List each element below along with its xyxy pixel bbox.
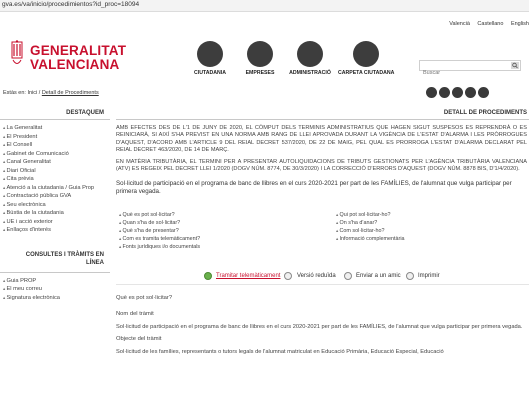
page-title: DETALL DE PROCEDIMENTS [443,110,527,116]
question-link[interactable]: Com es tramita telemàticament? [119,235,201,243]
question-link[interactable]: Informació complementària [336,235,405,243]
portal-label: EMPRESES [245,70,275,76]
sidebar-list: Guia PROP El meu correu Signatura electr… [0,273,110,303]
print-icon [406,271,414,280]
field-text: Sol·licitud de participació en el progra… [116,323,523,330]
covid-notice: AMB EFECTES DES DE L'1 DE JUNY DE 2020, … [116,125,527,153]
question-link[interactable]: Fonts jurídiques i/o documentals [119,243,201,251]
sidebar-item[interactable]: La Generalitat [3,124,110,133]
field-text: Sol·licitud de les famílies, representan… [116,349,444,356]
main-content: DETALL DE PROCEDIMENTS AMB EFECTES DES D… [116,104,529,357]
sidebar: DESTAQUEM La Generalitat El President El… [0,104,110,302]
online-processing-icon [204,271,212,280]
sidebar-item[interactable]: Seu electrònica [3,201,110,210]
reduced-version-icon [284,271,292,280]
url-text: gva.es/va/inicio/procedimientos?id_proc=… [2,1,140,8]
sidebar-item[interactable]: Guia PROP [3,277,110,286]
portal-administracio[interactable]: ADMINISTRACIÓ [282,41,338,76]
lang-valencia[interactable]: Valencià [449,21,470,27]
generalitat-logo[interactable]: GENERALITAT VALENCIANA [10,38,130,76]
sidebar-section-title: DESTAQUEM [66,110,104,116]
send-friend-icon [344,271,352,280]
sidebar-section-title-line2: LÍNEA [86,259,104,266]
search-box [419,60,521,78]
search-input[interactable] [420,68,508,78]
action-bar: Tramitar telemàticament Versió reduïda E… [116,271,529,285]
question-link[interactable]: Qui pot sol·licitar-ho? [336,211,405,219]
administration-icon [297,41,323,67]
portal-carpeta-ciutadana[interactable]: CARPETA CIUTADANA [338,41,394,76]
lang-castellano[interactable]: Castellano [477,21,503,27]
citizen-icon [197,41,223,67]
vimeo-icon[interactable] [439,87,450,98]
tax-notice: EN MATÈRIA TRIBUTÀRIA, EL TERMINI PER A … [116,159,527,173]
portal-label: CIUTADANIA [194,70,226,76]
question-link[interactable]: Quan s'ha de sol·licitar? [119,219,200,227]
online-processing-link[interactable]: Tramitar telemàticament [216,273,280,279]
portal-label: CARPETA CIUTADANA [338,70,395,76]
search-icon[interactable] [511,62,519,69]
field-label: Nom del tràmit [116,310,154,317]
sidebar-item[interactable]: Atenció a la ciutadania / Guia Prop [3,184,110,193]
sidebar-list: La Generalitat El President El Consell G… [0,120,110,235]
portal-empreses[interactable]: EMPRESES [232,41,288,76]
social-icons [426,85,491,98]
question-list-left: Què es pot sol·licitar? Quan s'ha de sol… [119,211,201,251]
sidebar-item[interactable]: El President [3,133,110,142]
breadcrumb-prefix: Estàs en: Inici / [3,90,41,96]
sidebar-item[interactable]: Bústia de la ciutadania [3,209,110,218]
companies-icon [247,41,273,67]
address-bar[interactable]: gva.es/va/inicio/procedimientos?id_proc=… [0,0,529,12]
sidebar-item[interactable]: El meu correu [3,285,110,294]
send-friend-link[interactable]: Enviar a un amic [356,273,401,279]
sidebar-item[interactable]: Enllaços d'interés [3,226,110,235]
portal-label: ADMINISTRACIÓ [289,70,331,76]
section-heading: Què es pot sol·licitar? [116,294,173,301]
sidebar-section-header: CONSULTES I TRÀMITS EN LÍNEA [0,245,110,273]
tv-icon[interactable] [426,87,437,98]
sidebar-item[interactable]: Canal Generalitat [3,158,110,167]
logo-text-line1: GENERALITAT [30,43,127,58]
sidebar-item[interactable]: Gabinet de Comunicació [3,150,110,159]
coat-of-arms-icon [11,40,23,64]
main-header: DETALL DE PROCEDIMENTS [116,104,529,120]
question-link[interactable]: Com sol·licitar-ho? [336,227,405,235]
question-link[interactable]: Què s'ha de presentar? [119,227,200,235]
flickr-icon[interactable] [478,87,489,98]
sidebar-item[interactable]: Contractació pública GVA [3,192,110,201]
sidebar-item[interactable]: El Consell [3,141,110,150]
question-list-right: Qui pot sol·licitar-ho? On s'ha d'anar? … [336,211,405,243]
language-selector: Valencià Castellano English [443,21,529,27]
sidebar-item[interactable]: Diari Oficial [3,167,110,176]
sidebar-item[interactable]: Signatura electrònica [3,294,110,303]
citizen-folder-icon [353,41,379,67]
sidebar-section-header: DESTAQUEM [0,104,110,120]
sidebar-item[interactable]: UE i acció exterior [3,218,110,227]
portal-ciutadania[interactable]: CIUTADANIA [182,41,238,76]
logo-text-line2: VALENCIANA [30,57,120,72]
reduced-version-link[interactable]: Versió reduïda [297,273,336,279]
twitter-icon[interactable] [452,87,463,98]
procedure-title: Sol·licitud de participació en el progra… [116,179,512,196]
sidebar-item[interactable]: Cita prèvia [3,175,110,184]
print-link[interactable]: Imprimir [418,273,440,279]
sidebar-section-title-line1: CONSULTES I TRÀMITS EN [25,251,104,258]
question-index: Què es pot sol·licitar? Quan s'ha de sol… [116,211,529,263]
question-link[interactable]: Què es pot sol·licitar? [119,211,200,219]
field-label: Objecte del tràmit [116,336,162,343]
breadcrumb: Estàs en: Inici / Detall de Procediments [3,90,99,96]
breadcrumb-current-link[interactable]: Detall de Procediments [42,90,99,96]
question-link[interactable]: On s'ha d'anar? [336,219,405,227]
facebook-icon[interactable] [465,87,476,98]
lang-english[interactable]: English [511,21,529,27]
